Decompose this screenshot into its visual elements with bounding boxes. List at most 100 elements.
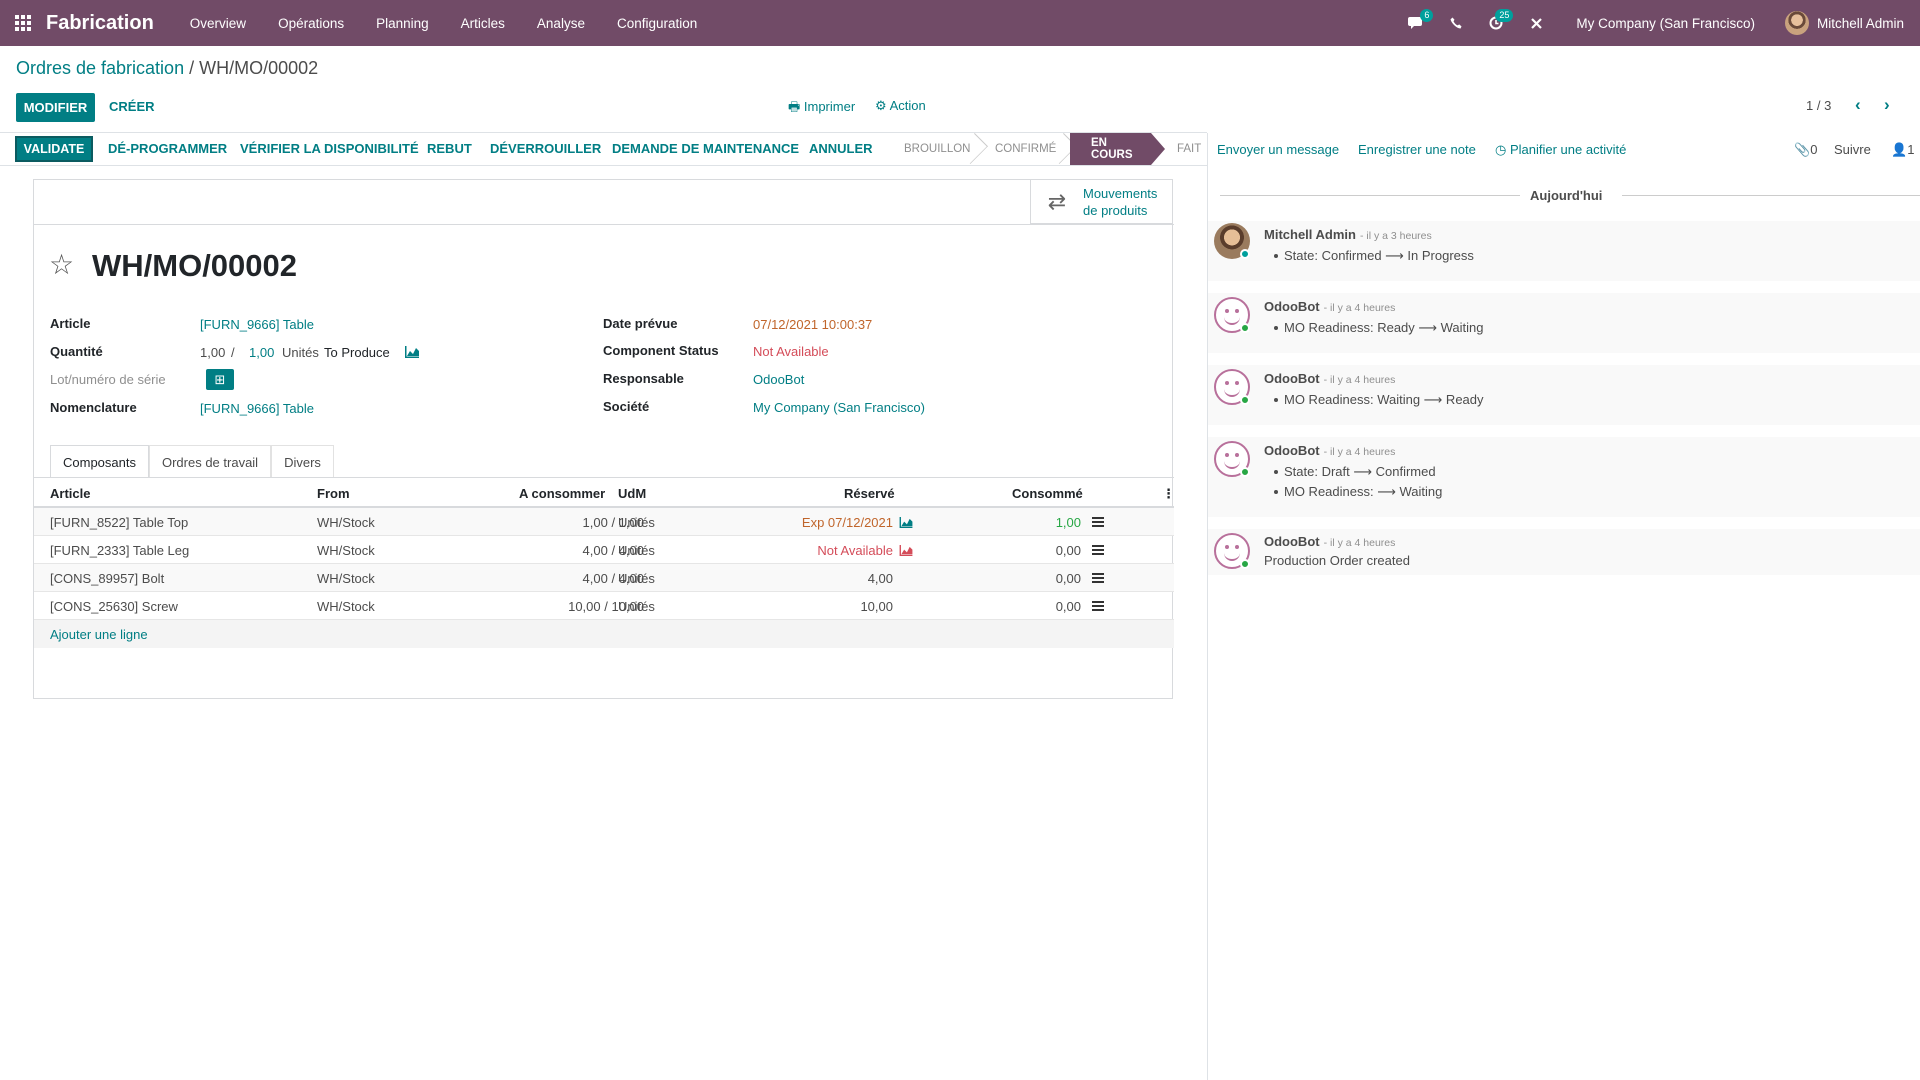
cell-from: WH/Stock [317, 599, 375, 614]
cell-reserved: 10,00 [860, 599, 893, 614]
state-in-progress: EN COURS [1070, 133, 1165, 165]
message-author[interactable]: OdooBot - il y a 4 heures [1264, 534, 1395, 549]
menu-overview[interactable]: Overview [174, 16, 262, 31]
breadcrumb-parent[interactable]: Ordres de fabrication [16, 58, 184, 78]
message-date: - il y a 4 heures [1323, 374, 1396, 386]
menu-planning[interactable]: Planning [360, 16, 445, 31]
cell-uom: Unités [618, 599, 655, 614]
tab-misc[interactable]: Divers [271, 445, 334, 478]
author-name: OdooBot [1264, 534, 1320, 549]
menu-configuration[interactable]: Configuration [601, 16, 713, 31]
activities-badge: 25 [1495, 9, 1514, 22]
state-done[interactable]: FAIT [1151, 133, 1201, 165]
validate-button[interactable]: VALIDATE [15, 136, 93, 162]
phone-button[interactable] [1436, 0, 1476, 46]
followers-button[interactable]: 👤1 [1891, 142, 1914, 158]
follow-button[interactable]: Suivre [1834, 142, 1871, 157]
forecast-chart-icon[interactable] [899, 545, 913, 556]
pager-value[interactable]: 1 / 3 [1806, 98, 1831, 113]
online-status-icon [1240, 559, 1250, 569]
quantity-label: Quantité [50, 344, 103, 359]
tracking-value: State: Confirmed ⟶ In Progress [1274, 248, 1474, 263]
tab-components[interactable]: Composants [50, 445, 149, 478]
scrap-button[interactable]: REBUT [427, 141, 472, 156]
message-author[interactable]: Mitchell Admin - il y a 3 heures [1264, 227, 1432, 242]
apps-menu-button[interactable] [0, 0, 46, 46]
message-author[interactable]: OdooBot - il y a 4 heures [1264, 443, 1395, 458]
company-value[interactable]: My Company (San Francisco) [753, 400, 925, 415]
followers-count: 1 [1907, 142, 1915, 157]
tracking-value: MO Readiness: ⟶ Waiting [1273, 484, 1443, 499]
cell-uom: Unités [618, 515, 655, 530]
user-menu[interactable]: Mitchell Admin [1784, 11, 1920, 35]
col-article[interactable]: Article [50, 486, 90, 501]
forecast-chart-icon[interactable] [405, 346, 419, 358]
edit-button[interactable]: MODIFIER [16, 93, 95, 122]
add-line-link[interactable]: Ajouter une ligne [50, 627, 148, 642]
product-moves-button[interactable]: ⇄ Mouvements de produits [1030, 180, 1172, 224]
debug-button[interactable] [1516, 0, 1556, 46]
company-switcher[interactable]: My Company (San Francisco) [1556, 16, 1785, 31]
date-planned-value[interactable]: 07/12/2021 10:00:37 [753, 317, 872, 332]
tab-work-orders[interactable]: Ordres de travail [148, 445, 272, 478]
table-row[interactable]: [CONS_25630] Screw WH/Stock 10,00 / 10,0… [34, 592, 1174, 620]
divider [1622, 195, 1920, 196]
details-list-icon[interactable] [1092, 601, 1104, 611]
col-from[interactable]: From [317, 486, 350, 501]
action-menu[interactable]: ⚙ Action [875, 98, 926, 114]
chatter-message: OdooBot - il y a 4 heures Production Orde… [1208, 529, 1920, 575]
details-list-icon[interactable] [1092, 545, 1104, 555]
cell-article: [FURN_2333] Table Leg [50, 543, 190, 558]
menu-articles[interactable]: Articles [445, 16, 521, 31]
messaging-button[interactable]: 6 [1396, 0, 1436, 46]
print-label: Imprimer [803, 99, 856, 114]
send-message-button[interactable]: Envoyer un message [1217, 142, 1339, 157]
cell-reserved: Not Available [817, 543, 893, 558]
debug-icon [1531, 17, 1542, 29]
bom-value[interactable]: [FURN_9666] Table [200, 401, 314, 416]
message-author[interactable]: OdooBot - il y a 4 heures [1264, 371, 1395, 386]
pager-prev-icon[interactable]: ‹ [1855, 95, 1861, 115]
col-reserved[interactable]: Réservé [844, 486, 895, 501]
attachments-button[interactable]: 📎0 [1794, 142, 1817, 158]
pager-next-icon[interactable]: › [1884, 95, 1890, 115]
schedule-activity-button[interactable]: ◷ Planifier une activité [1495, 142, 1626, 158]
table-row[interactable]: [FURN_2333] Table Leg WH/Stock 4,00 / 4,… [34, 536, 1174, 564]
unlock-button[interactable]: DÉVERROUILLER [490, 141, 601, 156]
check-availability-button[interactable]: VÉRIFIER LA DISPONIBILITÉ [240, 141, 419, 156]
online-status-icon [1240, 395, 1250, 405]
menu-analyse[interactable]: Analyse [521, 16, 601, 31]
details-list-icon[interactable] [1092, 517, 1104, 527]
article-value[interactable]: [FURN_9666] Table [200, 317, 314, 332]
col-consumed[interactable]: Consommé [1012, 486, 1083, 501]
message-author[interactable]: OdooBot - il y a 4 heures [1264, 299, 1395, 314]
print-menu[interactable]: 🖶 Imprimer [788, 98, 855, 120]
lot-serial-label: Lot/numéro de série [50, 372, 166, 387]
cell-reserved: Exp 07/12/2021 [801, 515, 893, 530]
cell-consumed: 0,00 [1055, 543, 1081, 558]
product-moves-label: Mouvements de produits [1083, 185, 1157, 219]
create-button[interactable]: CRÉER [109, 99, 155, 114]
details-list-icon[interactable] [1092, 573, 1104, 583]
optional-columns-icon[interactable]: ⋮ [1162, 486, 1175, 502]
state-draft[interactable]: BROUILLON [890, 133, 981, 165]
log-note-button[interactable]: Enregistrer une note [1358, 142, 1476, 157]
author-name: OdooBot [1264, 443, 1320, 458]
responsible-value[interactable]: OdooBot [753, 372, 804, 387]
menu-operations[interactable]: Opérations [262, 16, 360, 31]
forecast-chart-icon[interactable] [899, 517, 913, 528]
state-confirmed[interactable]: CONFIRMÉ [981, 133, 1070, 165]
star-icon[interactable]: ☆ [49, 248, 74, 281]
lot-serial-button[interactable]: ⊞ [206, 369, 234, 390]
unplan-button[interactable]: DÉ-PROGRAMMER [108, 141, 227, 156]
app-brand[interactable]: Fabrication [46, 12, 154, 35]
col-to-consume[interactable]: A consommer [519, 486, 605, 501]
maintenance-request-button[interactable]: DEMANDE DE MAINTENANCE [612, 141, 799, 156]
form-sheet: ⇄ Mouvements de produits ☆ WH/MO/00002 A… [33, 179, 1175, 699]
cancel-button[interactable]: ANNULER [809, 141, 873, 156]
table-row[interactable]: [FURN_8522] Table Top WH/Stock 1,00 / 1,… [34, 508, 1174, 536]
activities-button[interactable]: 25 [1476, 0, 1516, 46]
table-row[interactable]: [CONS_89957] Bolt WH/Stock 4,00 / 4,00 U… [34, 564, 1174, 592]
online-status-icon [1240, 467, 1250, 477]
col-uom[interactable]: UdM [618, 486, 646, 501]
